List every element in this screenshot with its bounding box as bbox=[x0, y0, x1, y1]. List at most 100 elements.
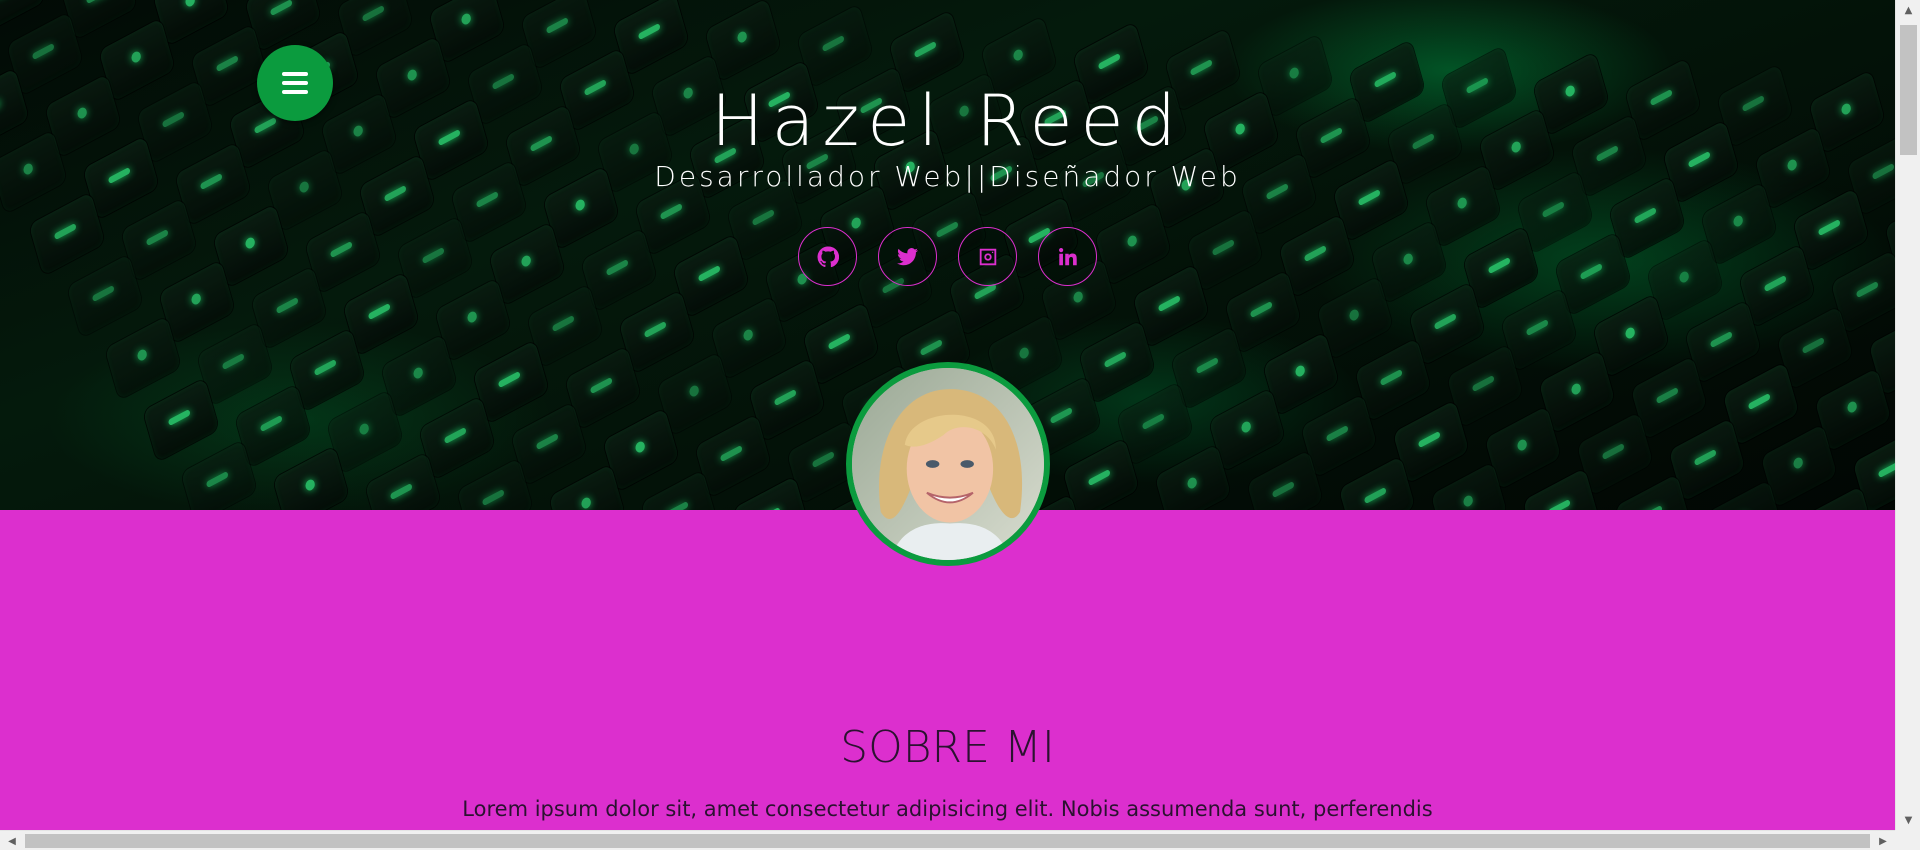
key-glyph bbox=[304, 477, 316, 493]
key-glyph bbox=[1601, 442, 1625, 461]
key-glyph bbox=[389, 482, 413, 501]
key-glyph bbox=[1363, 486, 1387, 505]
key-glyph bbox=[821, 34, 845, 53]
linkedin-link[interactable] bbox=[1038, 227, 1097, 286]
key-glyph bbox=[688, 383, 700, 399]
key-glyph bbox=[481, 488, 505, 507]
key-glyph bbox=[1471, 374, 1495, 393]
key-glyph bbox=[1433, 312, 1457, 331]
key-glyph bbox=[460, 11, 472, 27]
key-glyph bbox=[736, 29, 748, 45]
key-glyph bbox=[545, 16, 569, 35]
key-glyph bbox=[535, 432, 559, 451]
key-glyph bbox=[443, 426, 467, 445]
key-glyph bbox=[919, 338, 943, 357]
key-glyph bbox=[1240, 419, 1252, 435]
key-glyph bbox=[634, 439, 646, 455]
key-glyph bbox=[1516, 437, 1528, 453]
key-glyph bbox=[466, 309, 478, 325]
key-glyph bbox=[1639, 504, 1663, 510]
profile-role: Desarrollador Web||Diseñador Web bbox=[654, 160, 1241, 193]
keyboard-key bbox=[142, 378, 220, 462]
key-glyph bbox=[85, 0, 109, 5]
key-glyph bbox=[643, 320, 667, 339]
key-glyph bbox=[1379, 368, 1403, 387]
key-glyph bbox=[589, 376, 613, 395]
keyboard-key bbox=[1062, 438, 1140, 510]
key-glyph bbox=[91, 284, 115, 303]
profile-avatar bbox=[846, 362, 1050, 566]
key-glyph bbox=[475, 190, 499, 209]
linkedin-icon bbox=[1058, 247, 1077, 265]
scroll-down-arrow-icon[interactable]: ▼ bbox=[1896, 810, 1920, 830]
key-glyph bbox=[1709, 330, 1733, 349]
horizontal-scroll-thumb[interactable] bbox=[25, 834, 1870, 848]
key-glyph bbox=[313, 358, 337, 377]
key-glyph bbox=[757, 506, 781, 510]
key-glyph bbox=[637, 22, 661, 41]
key-glyph bbox=[827, 332, 851, 351]
key-glyph bbox=[136, 347, 148, 363]
page-viewport: Hazel Reed Desarrollador Web||Diseñador … bbox=[0, 0, 1895, 830]
key-glyph bbox=[1547, 498, 1571, 510]
about-text: Lorem ipsum dolor sit, amet consectetur … bbox=[462, 797, 1433, 821]
key-glyph bbox=[1633, 206, 1657, 225]
key-glyph bbox=[751, 208, 775, 227]
key-glyph bbox=[1186, 475, 1198, 491]
key-glyph bbox=[1157, 294, 1181, 313]
key-glyph bbox=[130, 49, 142, 65]
key-glyph bbox=[1049, 406, 1073, 425]
vertical-scrollbar[interactable]: ▲ ▼ bbox=[1895, 0, 1920, 830]
key-glyph bbox=[811, 450, 835, 469]
key-glyph bbox=[221, 352, 245, 371]
key-glyph bbox=[551, 314, 575, 333]
key-glyph bbox=[31, 42, 55, 61]
key-glyph bbox=[1877, 460, 1895, 479]
horizontal-scrollbar[interactable]: ◀ ▶ bbox=[0, 830, 1895, 850]
key-glyph bbox=[1570, 381, 1582, 397]
key-glyph bbox=[1087, 468, 1111, 487]
key-glyph bbox=[361, 4, 385, 23]
key-glyph bbox=[1271, 480, 1295, 499]
key-glyph bbox=[1525, 318, 1549, 337]
key-glyph bbox=[412, 365, 424, 381]
key-glyph bbox=[1801, 336, 1825, 355]
social-links bbox=[0, 227, 1895, 286]
github-link[interactable] bbox=[798, 227, 857, 286]
scrollbar-corner bbox=[1895, 830, 1920, 850]
key-glyph bbox=[1846, 399, 1858, 415]
instagram-icon bbox=[979, 248, 996, 265]
profile-name: Hazel Reed bbox=[710, 80, 1185, 162]
keyboard-key bbox=[180, 440, 258, 510]
key-glyph bbox=[184, 0, 196, 9]
key-glyph bbox=[1294, 363, 1306, 379]
key-glyph bbox=[1097, 52, 1121, 71]
vertical-scroll-thumb[interactable] bbox=[1900, 25, 1917, 155]
scroll-up-arrow-icon[interactable]: ▲ bbox=[1896, 0, 1920, 20]
key-glyph bbox=[358, 421, 370, 437]
key-glyph bbox=[1189, 58, 1213, 77]
scroll-left-arrow-icon[interactable]: ◀ bbox=[2, 831, 22, 850]
key-glyph bbox=[1456, 195, 1468, 211]
key-glyph bbox=[1655, 386, 1679, 405]
key-glyph bbox=[719, 444, 743, 463]
key-glyph bbox=[190, 291, 202, 307]
key-glyph bbox=[367, 302, 391, 321]
key-glyph bbox=[1541, 200, 1565, 219]
key-glyph bbox=[497, 370, 521, 389]
key-glyph bbox=[205, 470, 229, 489]
key-glyph bbox=[1249, 300, 1273, 319]
key-glyph bbox=[1417, 430, 1441, 449]
scroll-right-arrow-icon[interactable]: ▶ bbox=[1873, 831, 1893, 850]
key-glyph bbox=[1462, 493, 1474, 509]
key-glyph bbox=[574, 197, 586, 213]
key-glyph bbox=[913, 40, 937, 59]
key-glyph bbox=[580, 495, 592, 510]
instagram-link[interactable] bbox=[958, 227, 1017, 286]
key-glyph bbox=[259, 414, 283, 433]
twitter-link[interactable] bbox=[878, 227, 937, 286]
key-glyph bbox=[1103, 350, 1127, 369]
key-glyph bbox=[1141, 412, 1165, 431]
key-glyph bbox=[1195, 356, 1219, 375]
key-glyph bbox=[1288, 65, 1300, 81]
